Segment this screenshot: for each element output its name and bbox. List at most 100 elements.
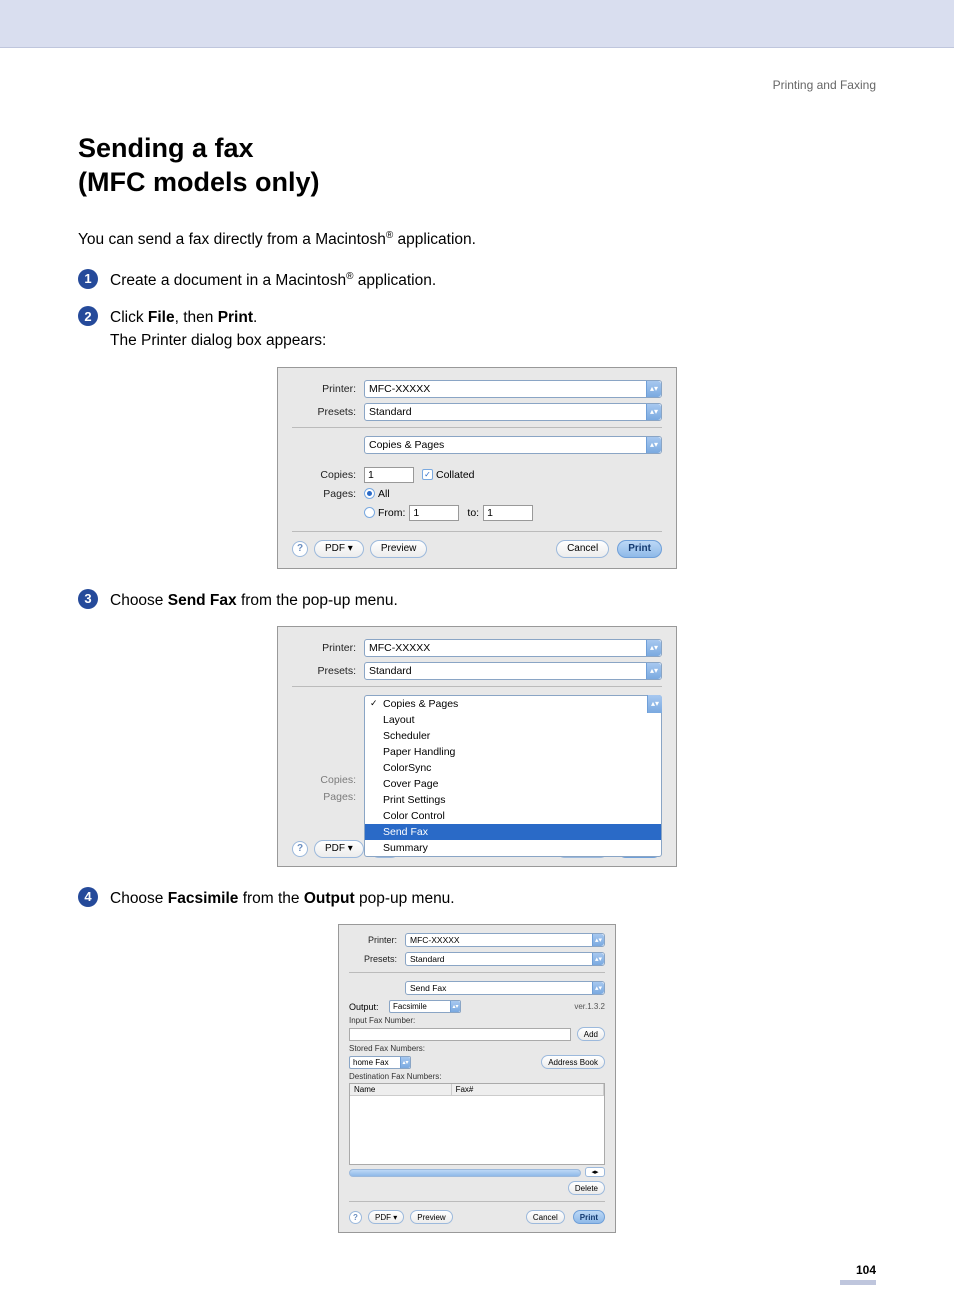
step-4: 4 Choose Facsimile from the Output pop-u…	[78, 887, 876, 910]
address-book-button[interactable]: Address Book	[541, 1055, 605, 1069]
cancel-button[interactable]: Cancel	[556, 540, 609, 558]
pages-all-radio[interactable]	[364, 488, 375, 499]
printer-select[interactable]: MFC-XXXXX▴▾	[364, 639, 662, 657]
stored-fax-select[interactable]: home Fax▴▾	[349, 1056, 411, 1069]
page-accent	[840, 1280, 876, 1285]
step-1: 1 Create a document in a Macintosh® appl…	[78, 269, 876, 292]
popup-item[interactable]: Paper Handling	[365, 744, 661, 760]
title-line-2: (MFC models only)	[78, 167, 320, 197]
presets-label: Presets:	[292, 406, 364, 418]
presets-label: Presets:	[292, 665, 364, 677]
breadcrumb: Printing and Faxing	[78, 78, 876, 92]
version-label: ver.1.3.2	[574, 1002, 605, 1011]
select-arrow-icon: ▴▾	[592, 953, 604, 965]
popup-item[interactable]: Summary	[365, 840, 661, 856]
print-dialog-1: Printer: MFC-XXXXX▴▾ Presets: Standard▴▾…	[277, 367, 677, 569]
scrollbar[interactable]	[349, 1169, 581, 1177]
dest-fax-table[interactable]: Name Fax#	[349, 1083, 605, 1165]
printer-label: Printer:	[292, 383, 364, 395]
help-button[interactable]: ?	[292, 541, 308, 557]
pages-all-label: All	[378, 488, 390, 500]
printer-label: Printer:	[292, 642, 364, 654]
select-arrow-icon: ▴▾	[592, 934, 604, 946]
from-input[interactable]: 1	[409, 505, 459, 521]
from-label: From:	[378, 507, 405, 519]
popup-item[interactable]: Cover Page	[365, 776, 661, 792]
select-arrow-icon: ▴▾	[646, 437, 661, 453]
print-button[interactable]: Print	[617, 540, 662, 558]
sendfax-dialog: Printer: MFC-XXXXX▴▾ Presets: Standard▴▾…	[338, 924, 616, 1233]
pages-label: Pages:	[292, 488, 364, 500]
select-arrow-icon: ▴▾	[592, 982, 604, 994]
popup-item[interactable]: Color Control	[365, 808, 661, 824]
copies-input[interactable]: 1	[364, 467, 414, 483]
divider	[349, 1201, 605, 1202]
step-badge-4: 4	[78, 887, 98, 907]
help-button[interactable]: ?	[292, 841, 308, 857]
cancel-button[interactable]: Cancel	[526, 1210, 565, 1224]
pane-select[interactable]: Send Fax▴▾	[405, 981, 605, 995]
divider	[292, 531, 662, 532]
select-arrow-icon: ▴▾	[646, 663, 661, 679]
input-fax-field[interactable]	[349, 1028, 571, 1041]
print-button[interactable]: Print	[573, 1210, 605, 1224]
pdf-button[interactable]: PDF ▾	[314, 540, 364, 558]
pane-select[interactable]: Copies & Pages▴▾	[364, 436, 662, 454]
delete-button[interactable]: Delete	[568, 1181, 605, 1195]
page-title: Sending a fax (MFC models only)	[78, 132, 876, 200]
add-button[interactable]: Add	[577, 1027, 605, 1041]
collated-checkbox[interactable]: ✓	[422, 469, 433, 480]
select-arrow-icon: ▴▾	[646, 381, 661, 397]
preview-button[interactable]: Preview	[370, 540, 428, 558]
to-label: to:	[467, 507, 479, 519]
header-band	[0, 0, 954, 48]
divider	[292, 427, 662, 428]
select-arrow-icon: ▴▾	[646, 640, 661, 656]
pages-from-radio[interactable]	[364, 507, 375, 518]
popup-item-selected[interactable]: Send Fax	[365, 824, 661, 840]
help-button[interactable]: ?	[349, 1211, 362, 1224]
printer-label: Printer:	[349, 935, 405, 945]
popup-item[interactable]: Scheduler	[365, 728, 661, 744]
step-badge-1: 1	[78, 269, 98, 289]
pdf-button[interactable]: PDF ▾	[368, 1210, 404, 1224]
output-select[interactable]: Facsimile▴▾	[389, 1000, 461, 1013]
step-badge-2: 2	[78, 306, 98, 326]
col-fax: Fax#	[452, 1084, 604, 1095]
collated-label: Collated	[436, 469, 475, 481]
stored-fax-label: Stored Fax Numbers:	[349, 1044, 605, 1053]
popup-item[interactable]: Print Settings	[365, 792, 661, 808]
divider	[349, 972, 605, 973]
page-number: 104	[78, 1263, 876, 1277]
dest-fax-label: Destination Fax Numbers:	[349, 1072, 605, 1081]
pdf-button[interactable]: PDF ▾	[314, 840, 364, 858]
printer-select[interactable]: MFC-XXXXX▴▾	[364, 380, 662, 398]
title-line-1: Sending a fax	[78, 133, 254, 163]
step-2: 2 Click File, then Print. The Printer di…	[78, 306, 876, 353]
presets-select[interactable]: Standard▴▾	[405, 952, 605, 966]
step-4-text: Choose Facsimile from the Output pop-up …	[110, 887, 455, 910]
step-2-text: Click File, then Print. The Printer dial…	[110, 306, 326, 353]
col-name: Name	[350, 1084, 452, 1095]
printer-select[interactable]: MFC-XXXXX▴▾	[405, 933, 605, 947]
step-3: 3 Choose Send Fax from the pop-up menu.	[78, 589, 876, 612]
step-1-text: Create a document in a Macintosh® applic…	[110, 269, 436, 292]
scroll-arrows-icon[interactable]: ◂▸	[585, 1167, 605, 1177]
popup-item[interactable]: ColorSync	[365, 760, 661, 776]
presets-label: Presets:	[349, 954, 405, 964]
presets-select[interactable]: Standard▴▾	[364, 662, 662, 680]
select-arrow-icon: ▴▾	[646, 404, 661, 420]
print-dialog-2: Printer: MFC-XXXXX▴▾ Presets: Standard▴▾…	[277, 626, 677, 867]
select-arrow-icon: ▴▾	[450, 1001, 460, 1012]
divider	[292, 686, 662, 687]
presets-select[interactable]: Standard▴▾	[364, 403, 662, 421]
popup-item[interactable]: Layout	[365, 712, 661, 728]
intro-text: You can send a fax directly from a Macin…	[78, 230, 876, 249]
popup-item[interactable]: Copies & Pages	[365, 696, 661, 712]
input-fax-label: Input Fax Number:	[349, 1016, 605, 1025]
pane-popup-open[interactable]: ▴▾ Copies & Pages Layout Scheduler Paper…	[364, 695, 662, 857]
to-input[interactable]: 1	[483, 505, 533, 521]
preview-button[interactable]: Preview	[410, 1210, 452, 1224]
step-badge-3: 3	[78, 589, 98, 609]
select-arrow-icon: ▴▾	[400, 1057, 410, 1068]
